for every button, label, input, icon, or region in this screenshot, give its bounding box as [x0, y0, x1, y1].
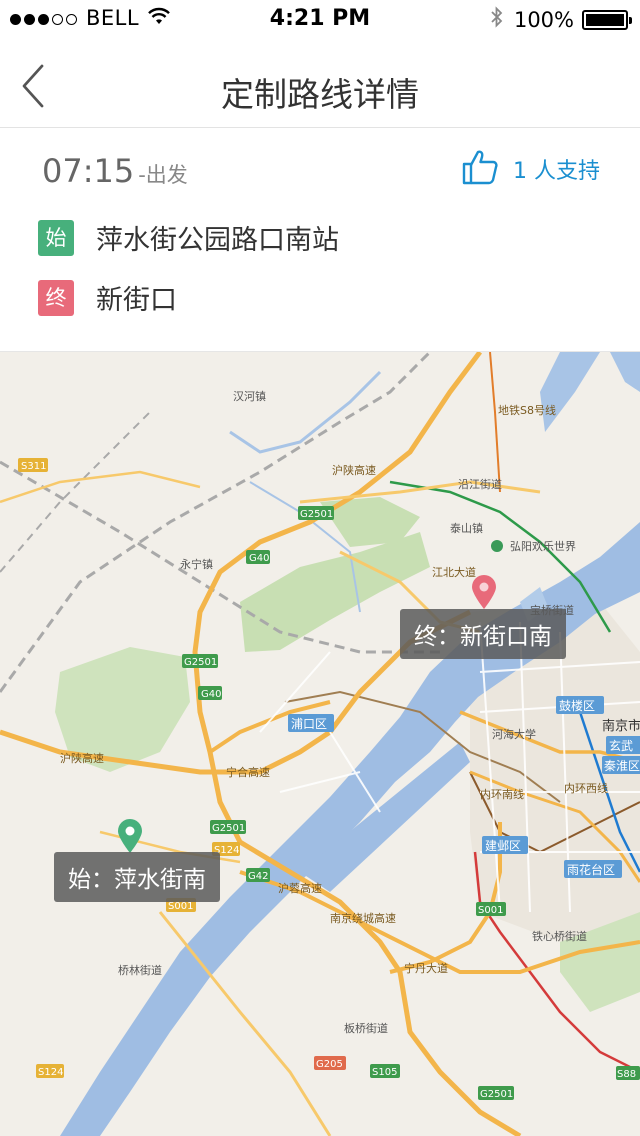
road-shield: G2501 [184, 657, 217, 668]
place-label: 桥林街道 [118, 963, 162, 977]
battery-icon [582, 9, 632, 30]
road-shield: G2501 [300, 509, 333, 520]
support-count: 1 人支持 [513, 159, 600, 184]
end-map-label[interactable]: 终：新街口南 [400, 609, 566, 659]
start-badge: 始 [38, 219, 74, 256]
road-shield: G205 [316, 1059, 343, 1070]
status-bar: BELL 4:21 PM 100% [0, 0, 640, 40]
page-title: 定制路线详情 [221, 75, 419, 114]
departure-row: 07:15 -出发 [42, 152, 188, 190]
road-shield: G40 [249, 553, 269, 564]
road-shield: S124 [38, 1067, 63, 1078]
place-label: 沿江街道 [458, 477, 502, 491]
road-label: 宁丹大道 [404, 961, 448, 975]
departure-time: 07:15 [42, 152, 135, 190]
start-stop-name: 萍水街公园路口南站 [96, 225, 339, 256]
map-canvas: 汉河镇 永宁镇 沿江街道 泰山镇 弘阳欢乐世界 宝桥街道 河海大学 铁心桥街道 … [0, 352, 640, 1136]
end-stop-row: 终 新街口 [38, 278, 177, 317]
poi-icon [491, 540, 503, 552]
end-badge: 终 [38, 279, 74, 316]
road-label: 南京绕城高速 [330, 911, 396, 925]
support-button[interactable]: 1 人支持 [461, 148, 600, 190]
route-info: 07:15 -出发 1 人支持 始 萍水街公园路口南站 终 新街口 [0, 128, 640, 352]
district-label: 浦口区 [291, 717, 327, 731]
thumbs-up-icon [461, 148, 499, 190]
road-shield: G2501 [480, 1089, 513, 1100]
place-label: 泰山镇 [450, 521, 483, 535]
departure-suffix: -出发 [138, 163, 188, 187]
end-stop-name: 新街口 [96, 285, 177, 316]
place-label: 板桥街道 [344, 1021, 388, 1035]
district-label: 玄武 [609, 738, 633, 753]
district-label: 秦淮区 [604, 759, 640, 773]
bluetooth-icon [490, 6, 504, 33]
road-label: 沪陕高速 [332, 463, 376, 477]
road-shield: S311 [21, 461, 46, 472]
road-label: 地铁S8号线 [498, 403, 556, 417]
place-label: 汉河镇 [233, 389, 266, 403]
road-label: 宁合高速 [226, 765, 270, 779]
navigation-bar: 定制路线详情 [0, 40, 640, 128]
road-shield: G42 [248, 871, 268, 882]
road-label: 内环南线 [480, 787, 524, 801]
place-label: 永宁镇 [180, 557, 213, 571]
road-shield: S88 [617, 1069, 636, 1080]
place-label: 南京市 [602, 718, 640, 734]
road-label: 内环西线 [564, 781, 608, 795]
start-map-label[interactable]: 始：萍水街南 [54, 852, 220, 902]
road-shield: G2501 [212, 823, 245, 834]
place-label: 铁心桥街道 [532, 929, 587, 943]
place-label: 弘阳欢乐世界 [510, 539, 576, 553]
road-shield: G40 [201, 689, 221, 700]
road-label: 沪陕高速 [60, 751, 104, 765]
start-stop-row: 始 萍水街公园路口南站 [38, 218, 339, 257]
road-label: 沪蓉高速 [278, 881, 322, 895]
place-label: 河海大学 [492, 727, 536, 741]
road-shield: S001 [478, 905, 503, 916]
road-shield: S001 [168, 901, 193, 912]
status-right: 100% [490, 6, 632, 33]
district-label: 建邺区 [485, 839, 521, 853]
battery-percent: 100% [513, 7, 574, 32]
district-label: 鼓楼区 [559, 698, 595, 713]
route-map[interactable]: 汉河镇 永宁镇 沿江街道 泰山镇 弘阳欢乐世界 宝桥街道 河海大学 铁心桥街道 … [0, 352, 640, 1136]
road-shield: S105 [372, 1067, 397, 1078]
district-label: 雨花台区 [567, 862, 615, 877]
